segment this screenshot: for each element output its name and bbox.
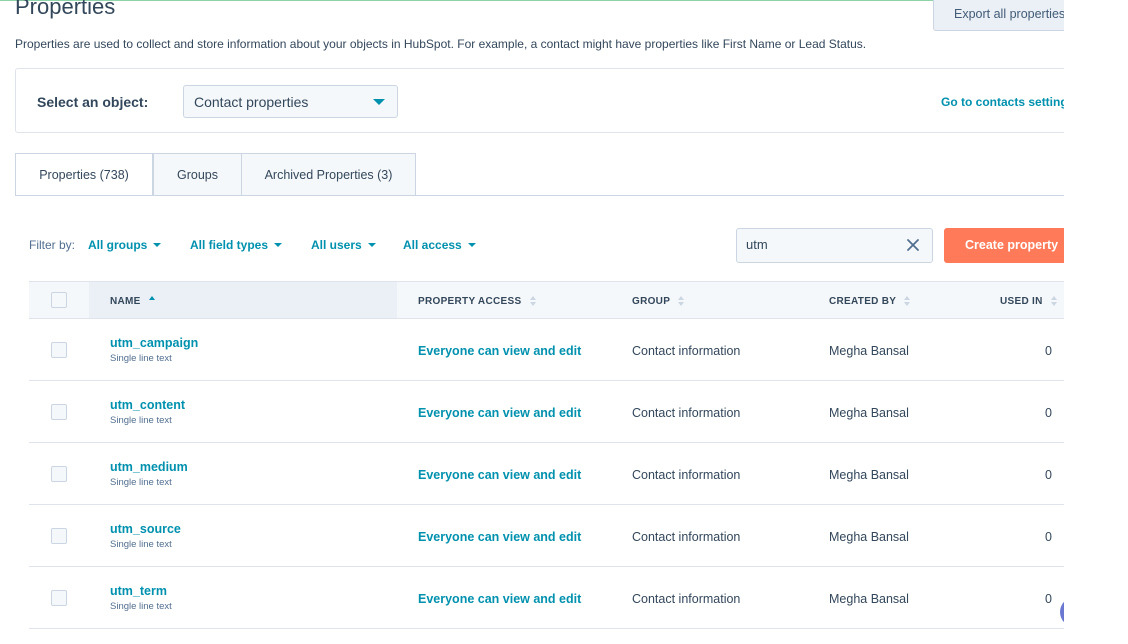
property-created-by: Megha Bansal xyxy=(829,344,909,358)
property-access-link[interactable]: Everyone can view and edit xyxy=(418,344,581,358)
caret-down-icon xyxy=(367,243,376,247)
search-box xyxy=(736,228,933,263)
property-used-in: 0 xyxy=(1045,468,1052,482)
tab-archived-properties[interactable]: Archived Properties (3) xyxy=(241,153,416,196)
table-row: utm_medium Single line text Everyone can… xyxy=(29,443,1095,505)
close-icon[interactable] xyxy=(906,238,920,252)
property-field-type: Single line text xyxy=(110,353,172,364)
caret-down-icon xyxy=(467,243,476,247)
table-row: utm_content Single line text Everyone ca… xyxy=(29,381,1095,443)
property-access-link[interactable]: Everyone can view and edit xyxy=(418,530,581,544)
property-access-link[interactable]: Everyone can view and edit xyxy=(418,592,581,606)
column-header-used-in[interactable]: USED IN xyxy=(1000,296,1057,307)
property-group: Contact information xyxy=(632,530,741,544)
sort-icon xyxy=(529,296,536,306)
go-to-contacts-settings-link[interactable]: Go to contacts settings xyxy=(941,95,1074,109)
tabs-divider xyxy=(15,195,1095,196)
property-group: Contact information xyxy=(632,592,741,606)
property-name-link[interactable]: utm_content xyxy=(110,398,185,412)
sort-icon xyxy=(1050,296,1057,306)
property-access-link[interactable]: Everyone can view and edit xyxy=(418,406,581,420)
table-row: utm_source Single line text Everyone can… xyxy=(29,505,1095,567)
search-input[interactable] xyxy=(746,237,896,252)
property-name-link[interactable]: utm_campaign xyxy=(110,336,198,350)
object-selector-panel: Select an object: Contact properties Go … xyxy=(15,68,1095,133)
caret-down-icon xyxy=(153,243,162,247)
property-used-in: 0 xyxy=(1045,344,1052,358)
property-created-by: Megha Bansal xyxy=(829,530,909,544)
column-header-property-access[interactable]: PROPERTY ACCESS xyxy=(418,296,536,307)
column-header-group[interactable]: GROUP xyxy=(632,296,685,307)
row-checkbox[interactable] xyxy=(51,528,67,544)
tab-properties[interactable]: Properties (738) xyxy=(15,153,153,196)
viewport-edge xyxy=(1064,0,1128,644)
property-name-link[interactable]: utm_source xyxy=(110,522,181,536)
page-title: Properties xyxy=(15,0,116,19)
property-access-link[interactable]: Everyone can view and edit xyxy=(418,468,581,482)
filter-all-users[interactable]: All users xyxy=(311,238,376,252)
property-field-type: Single line text xyxy=(110,601,172,612)
page-description: Properties are used to collect and store… xyxy=(15,37,867,51)
property-group: Contact information xyxy=(632,344,741,358)
object-selector-label: Select an object: xyxy=(37,94,149,110)
object-select-dropdown[interactable]: Contact properties xyxy=(183,85,398,118)
row-checkbox[interactable] xyxy=(51,466,67,482)
row-checkbox[interactable] xyxy=(51,590,67,606)
filter-by-label: Filter by: xyxy=(29,238,76,252)
filter-all-access[interactable]: All access xyxy=(403,238,476,252)
table-row: utm_campaign Single line text Everyone c… xyxy=(29,319,1095,381)
property-field-type: Single line text xyxy=(110,415,172,426)
property-name-link[interactable]: utm_term xyxy=(110,584,167,598)
property-used-in: 0 xyxy=(1045,592,1052,606)
sort-icon xyxy=(904,296,911,306)
row-checkbox[interactable] xyxy=(51,404,67,420)
property-group: Contact information xyxy=(632,406,741,420)
sort-ascending-icon xyxy=(148,296,155,300)
table-header: NAME PROPERTY ACCESS GROUP CREATED BY US… xyxy=(29,281,1095,319)
filter-all-field-types[interactable]: All field types xyxy=(190,238,283,252)
caret-down-icon xyxy=(274,243,283,247)
properties-table: NAME PROPERTY ACCESS GROUP CREATED BY US… xyxy=(29,281,1095,629)
property-name-link[interactable]: utm_medium xyxy=(110,460,188,474)
filter-all-groups[interactable]: All groups xyxy=(88,238,162,252)
property-used-in: 0 xyxy=(1045,530,1052,544)
property-field-type: Single line text xyxy=(110,539,172,550)
row-checkbox[interactable] xyxy=(51,342,67,358)
tab-groups[interactable]: Groups xyxy=(153,153,242,196)
property-used-in: 0 xyxy=(1045,406,1052,420)
column-header-created-by[interactable]: CREATED BY xyxy=(829,296,911,307)
property-group: Contact information xyxy=(632,468,741,482)
sort-icon xyxy=(678,296,685,306)
property-created-by: Megha Bansal xyxy=(829,468,909,482)
column-header-name[interactable]: NAME xyxy=(110,296,155,307)
property-created-by: Megha Bansal xyxy=(829,406,909,420)
property-field-type: Single line text xyxy=(110,477,172,488)
object-select-value: Contact properties xyxy=(194,94,309,110)
property-created-by: Megha Bansal xyxy=(829,592,909,606)
table-row: utm_term Single line text Everyone can v… xyxy=(29,567,1095,629)
caret-down-icon xyxy=(373,99,385,105)
select-all-checkbox[interactable] xyxy=(51,292,67,308)
